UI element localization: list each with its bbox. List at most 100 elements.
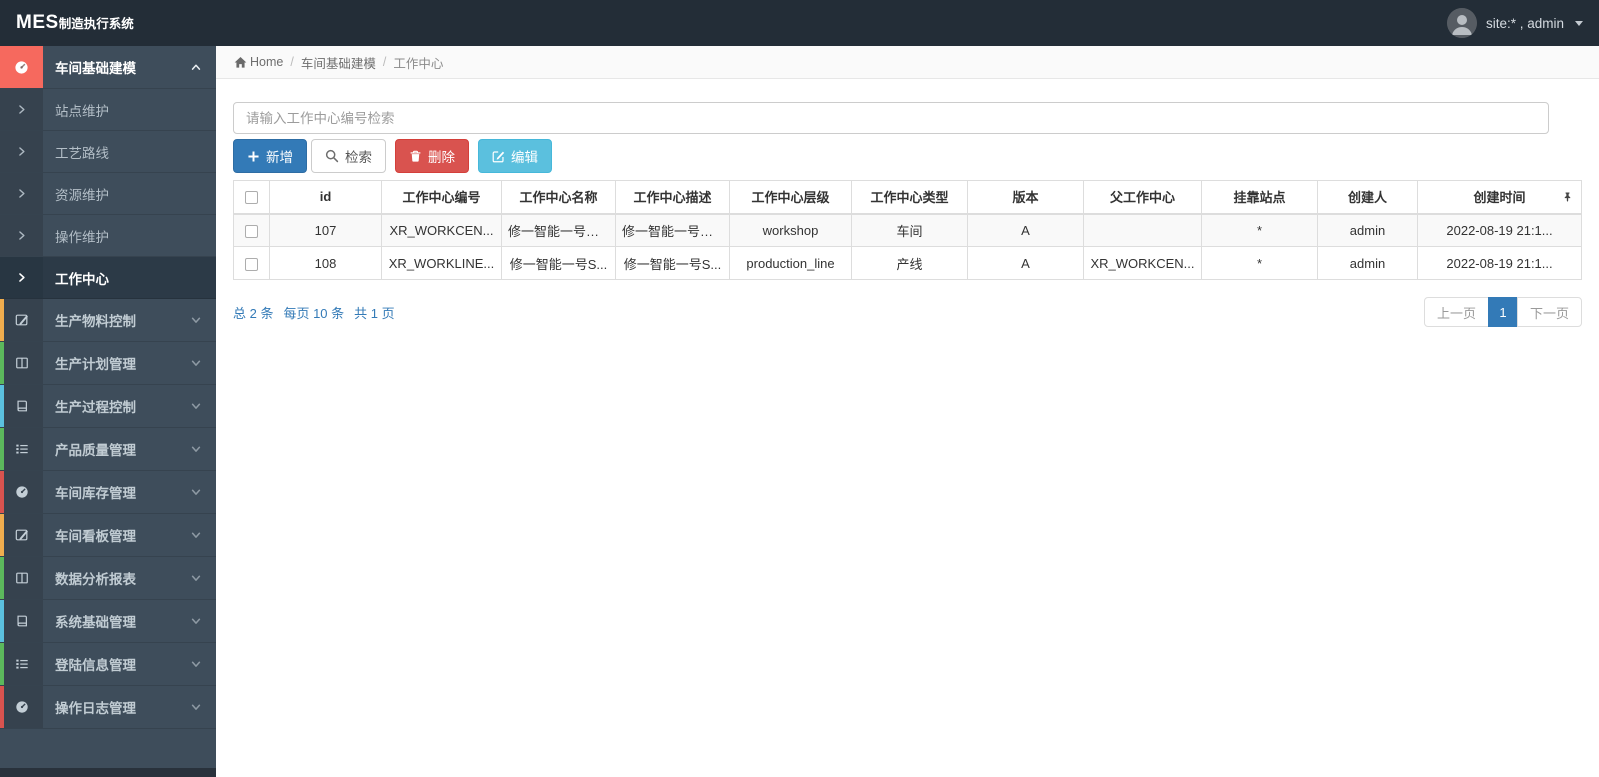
sidebar-item-inventory-management[interactable]: 车间库存管理 — [0, 471, 216, 514]
search-button-label: 检索 — [345, 150, 372, 165]
cell-created-time: 2022-08-19 21:1... — [1417, 246, 1582, 280]
column-header-created-time-label: 创建时间 — [1473, 190, 1526, 206]
gauge-icon — [0, 471, 43, 513]
pagination-page-1[interactable]: 1 — [1487, 297, 1518, 327]
cell-parent: XR_WORKCEN... — [1083, 246, 1202, 280]
sidebar-item-operation-log-management[interactable]: 操作日志管理 — [0, 686, 216, 729]
breadcrumb-current: 工作中心 — [393, 56, 444, 71]
avatar — [1446, 8, 1477, 38]
user-name: site:* , admin — [1485, 15, 1564, 31]
cell-station: * — [1201, 246, 1318, 280]
sidebar-item-operation-maintenance[interactable]: 操作维护 — [0, 215, 216, 257]
sidebar-item-resource-maintenance[interactable]: 资源维护 — [0, 173, 216, 215]
cell-created-time: 2022-08-19 21:1... — [1417, 213, 1582, 247]
list-icon — [0, 643, 43, 685]
column-header-id: id — [269, 180, 382, 215]
sidebar-item-kanban-management[interactable]: 车间看板管理 — [0, 514, 216, 557]
cell-name: 修一智能一号S... — [501, 246, 616, 280]
sidebar-item-login-info-management[interactable]: 登陆信息管理 — [0, 643, 216, 686]
breadcrumb-home-label: Home — [250, 55, 284, 69]
search-icon — [325, 149, 339, 163]
column-header-created-time: 创建时间 — [1417, 180, 1582, 215]
cell-code: XR_WORKCEN... — [381, 213, 502, 247]
sidebar-item-site-maintenance[interactable]: 站点维护 — [0, 89, 216, 131]
sidebar-item-quality-management[interactable]: 产品质量管理 — [0, 428, 216, 471]
sidebar-item-material-control[interactable]: 生产物料控制 — [0, 299, 216, 342]
app-logo-rest: 制造执行系统 — [58, 17, 134, 31]
sidebar-item-label: 工作中心 — [55, 271, 109, 287]
gauge-icon — [0, 686, 43, 728]
cell-type: 产线 — [851, 246, 968, 280]
sidebar-item-workshop-modeling[interactable]: 车间基础建模 — [0, 46, 216, 89]
table-row[interactable]: 108 XR_WORKLINE... 修一智能一号S... 修一智能一号S...… — [233, 246, 1582, 280]
pencil-icon — [0, 299, 43, 341]
delete-button-label: 删除 — [428, 150, 455, 165]
breadcrumb-separator: / — [290, 55, 294, 69]
sidebar-item-system-management[interactable]: 系统基础管理 — [0, 600, 216, 643]
stripe — [0, 600, 4, 642]
edit-icon — [492, 150, 505, 162]
pencil-icon — [0, 514, 43, 556]
search-button[interactable]: 检索 — [311, 139, 386, 173]
home-icon — [234, 56, 247, 68]
row-checkbox-cell — [233, 246, 270, 280]
pagination-prev[interactable]: 上一页 — [1423, 297, 1489, 327]
stripe — [0, 686, 4, 728]
column-header-type: 工作中心类型 — [851, 180, 968, 215]
add-button[interactable]: 新增 — [233, 139, 307, 173]
pagination-next[interactable]: 下一页 — [1516, 297, 1582, 327]
breadcrumb-home[interactable]: Home — [234, 55, 283, 69]
person-icon — [1446, 8, 1477, 38]
chevron-down-icon — [190, 400, 202, 412]
cell-type: 车间 — [851, 213, 968, 247]
sidebar-item-plan-management[interactable]: 生产计划管理 — [0, 342, 216, 385]
cell-id: 108 — [269, 246, 382, 280]
sidebar-item-process-control[interactable]: 生产过程控制 — [0, 385, 216, 428]
chevron-down-icon — [190, 658, 202, 670]
select-all-checkbox[interactable] — [245, 191, 258, 205]
cell-version: A — [967, 213, 1084, 247]
stripe — [0, 342, 4, 384]
sidebar-item-analytics-reports[interactable]: 数据分析报表 — [0, 557, 216, 600]
sidebar-item-label: 工艺路线 — [55, 145, 109, 161]
table-row[interactable]: 107 XR_WORKCEN... 修一智能一号车间 修一智能一号车间 work… — [233, 213, 1582, 247]
delete-button[interactable]: 删除 — [395, 139, 469, 173]
summary-pages: 共 1 页 — [354, 305, 395, 321]
column-header-name: 工作中心名称 — [501, 180, 616, 215]
pin-icon[interactable] — [1562, 191, 1573, 202]
row-checkbox-cell — [233, 213, 270, 247]
breadcrumb-separator: / — [382, 55, 387, 69]
sidebar-item-work-center[interactable]: 工作中心 — [0, 257, 216, 299]
cell-id: 107 — [269, 213, 382, 247]
pagination: 上一页 1 下一页 — [1423, 297, 1582, 327]
row-checkbox[interactable] — [245, 224, 258, 238]
work-center-table: id 工作中心编号 工作中心名称 工作中心描述 工作中心层级 工作中心类型 版本… — [233, 180, 1582, 280]
sidebar-bottom-strip — [0, 768, 216, 777]
chevron-down-icon — [190, 615, 202, 627]
cell-version: A — [967, 246, 1084, 280]
toolbar: 新增 检索 删除 编辑 — [233, 139, 1582, 173]
chevron-right-icon — [0, 131, 43, 172]
chevron-up-icon — [190, 61, 202, 73]
cell-level: production_line — [729, 246, 852, 280]
stripe — [0, 299, 4, 341]
edit-button[interactable]: 编辑 — [478, 139, 552, 173]
chevron-down-icon — [190, 701, 202, 713]
cell-level: workshop — [729, 213, 852, 247]
chevron-down-icon — [190, 572, 202, 584]
search-input[interactable] — [233, 102, 1549, 134]
row-checkbox[interactable] — [245, 257, 258, 271]
column-header-description: 工作中心描述 — [615, 180, 730, 215]
user-dropdown[interactable]: site:* , admin — [1446, 8, 1583, 38]
stripe — [0, 385, 4, 427]
breadcrumb-section[interactable]: 车间基础建模 — [301, 53, 376, 72]
cell-creator: admin — [1317, 246, 1418, 280]
app-logo: MES 制造执行系统 — [16, 12, 134, 34]
plus-icon — [248, 150, 259, 162]
caret-down-icon — [1575, 20, 1583, 26]
sidebar-item-label: 操作维护 — [55, 229, 109, 245]
trash-icon — [410, 150, 421, 162]
sidebar-item-process-route[interactable]: 工艺路线 — [0, 131, 216, 173]
list-icon — [0, 428, 43, 470]
main-content: Home / 车间基础建模 / 工作中心 新增 检索 删除 — [216, 46, 1599, 777]
